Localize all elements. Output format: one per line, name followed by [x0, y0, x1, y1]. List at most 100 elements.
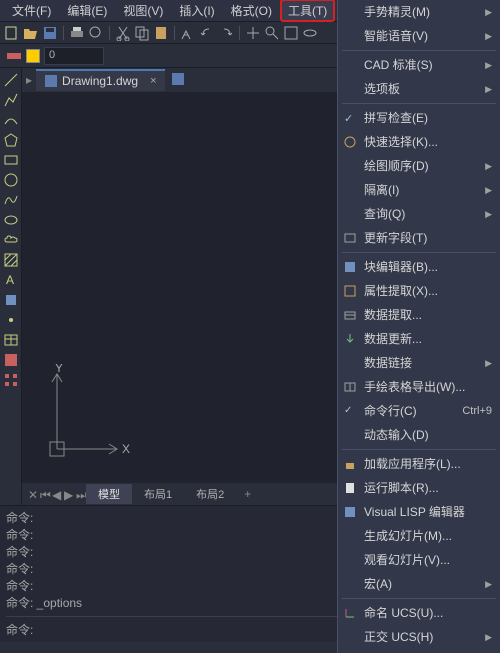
- zoom-icon[interactable]: [264, 25, 280, 41]
- layer-dropdown[interactable]: 0: [44, 47, 104, 65]
- start-tab-icon[interactable]: ▸: [26, 73, 32, 87]
- load-icon: [343, 457, 357, 471]
- menu-item[interactable]: 观看幻灯片(V)...: [338, 548, 500, 572]
- tab-layout2[interactable]: 布局2: [184, 484, 236, 504]
- pan-icon[interactable]: [245, 25, 261, 41]
- rect-icon[interactable]: [3, 152, 19, 168]
- pline-icon[interactable]: [3, 92, 19, 108]
- table-icon[interactable]: [3, 332, 19, 348]
- tab-model[interactable]: 模型: [86, 484, 132, 504]
- print-icon[interactable]: [69, 25, 85, 41]
- undo-icon[interactable]: [199, 25, 215, 41]
- field-icon: [343, 231, 357, 245]
- match-icon[interactable]: [180, 25, 196, 41]
- arc-icon[interactable]: [3, 112, 19, 128]
- menu-item[interactable]: 数据更新...: [338, 327, 500, 351]
- save-icon[interactable]: [42, 25, 58, 41]
- menu-item[interactable]: 查询(Q)▶: [338, 202, 500, 226]
- hatch-icon[interactable]: [3, 252, 19, 268]
- menu-item-label: 运行脚本(R)...: [364, 480, 492, 496]
- menu-item[interactable]: 动态输入(D): [338, 423, 500, 447]
- menu-tools[interactable]: 工具(T): [280, 0, 335, 22]
- menu-item[interactable]: 加载应用程序(L)...: [338, 452, 500, 476]
- menu-item[interactable]: 生成幻灯片(M)...: [338, 524, 500, 548]
- grid-icon[interactable]: [3, 372, 19, 388]
- layer-props-icon[interactable]: [6, 48, 22, 64]
- menu-item-label: 命名 UCS(U)...: [364, 605, 492, 621]
- redo-icon[interactable]: [218, 25, 234, 41]
- text-icon[interactable]: A: [3, 272, 19, 288]
- circle-icon[interactable]: [3, 172, 19, 188]
- menu-item-label: 拼写检查(E): [364, 110, 492, 126]
- menu-item[interactable]: 智能语音(V)▶: [338, 24, 500, 48]
- new-icon[interactable]: [4, 25, 20, 41]
- menu-item[interactable]: 手绘表格导出(W)...: [338, 375, 500, 399]
- cloud-icon[interactable]: [3, 232, 19, 248]
- menu-item[interactable]: 正交 UCS(H)▶: [338, 625, 500, 649]
- prev-icon[interactable]: ◀: [50, 488, 62, 500]
- orbit-icon[interactable]: [302, 25, 318, 41]
- menu-format[interactable]: 格式(O): [223, 0, 280, 22]
- menu-item[interactable]: ✓ 拼写检查(E): [338, 106, 500, 130]
- menu-item-label: 动态输入(D): [364, 427, 492, 443]
- lisp-icon: [343, 505, 357, 519]
- color-swatch[interactable]: [26, 49, 40, 63]
- menu-item-label: 快速选择(K)...: [364, 134, 492, 150]
- check-icon: ✓: [343, 111, 357, 125]
- menu-item[interactable]: 隔离(I)▶: [338, 178, 500, 202]
- cut-icon[interactable]: [115, 25, 131, 41]
- menu-item[interactable]: 快速选择(K)...: [338, 130, 500, 154]
- menu-item[interactable]: 命名 UCS(U)...: [338, 601, 500, 625]
- ellipse-icon[interactable]: [3, 212, 19, 228]
- menu-insert[interactable]: 插入(I): [171, 0, 222, 22]
- menu-item[interactable]: CAD 标准(S)▶: [338, 53, 500, 77]
- close-tab-icon[interactable]: ×: [150, 75, 156, 87]
- tab-layout1[interactable]: 布局1: [132, 484, 184, 504]
- point-icon[interactable]: [3, 312, 19, 328]
- menu-item-label: 数据提取...: [364, 307, 492, 323]
- menu-item[interactable]: 移动 UCS(V): [338, 649, 500, 653]
- menu-item-label: Visual LISP 编辑器: [364, 504, 492, 520]
- menu-item[interactable]: Visual LISP 编辑器: [338, 500, 500, 524]
- paste-icon[interactable]: [153, 25, 169, 41]
- document-tab[interactable]: Drawing1.dwg ×: [36, 69, 164, 91]
- gradient-icon[interactable]: [3, 352, 19, 368]
- plus-tab-icon[interactable]: [171, 72, 185, 89]
- last-icon[interactable]: ⏭: [74, 488, 86, 500]
- add-layout-icon[interactable]: +: [236, 485, 259, 503]
- document-filename: Drawing1.dwg: [62, 74, 138, 88]
- polygon-icon[interactable]: [3, 132, 19, 148]
- open-icon[interactable]: [23, 25, 39, 41]
- menu-item[interactable]: 手势精灵(M)▶: [338, 0, 500, 24]
- menu-separator: [342, 252, 496, 253]
- close-x-icon[interactable]: ✕: [26, 488, 38, 500]
- first-icon[interactable]: ⏮: [38, 488, 50, 500]
- menu-item[interactable]: 数据链接▶: [338, 351, 500, 375]
- menu-edit[interactable]: 编辑(E): [59, 0, 115, 22]
- line-icon[interactable]: [3, 72, 19, 88]
- submenu-arrow-icon: ▶: [485, 576, 492, 592]
- submenu-arrow-icon: ▶: [485, 355, 492, 371]
- menu-item[interactable]: ✓命令行(C)Ctrl+9: [338, 399, 500, 423]
- menu-item[interactable]: 运行脚本(R)...: [338, 476, 500, 500]
- menu-item-label: 更新字段(T): [364, 230, 492, 246]
- menu-item[interactable]: 数据提取...: [338, 303, 500, 327]
- zoomall-icon[interactable]: [283, 25, 299, 41]
- menu-item[interactable]: 选项板▶: [338, 77, 500, 101]
- menu-item[interactable]: 绘图顺序(D)▶: [338, 154, 500, 178]
- menu-item[interactable]: 宏(A)▶: [338, 572, 500, 596]
- insert-icon[interactable]: [3, 292, 19, 308]
- preview-icon[interactable]: [88, 25, 104, 41]
- menu-item-label: 智能语音(V): [364, 28, 485, 44]
- menu-file[interactable]: 文件(F): [4, 0, 59, 22]
- menu-item-label: 数据更新...: [364, 331, 492, 347]
- svg-text:✓: ✓: [344, 113, 353, 125]
- menu-item[interactable]: 属性提取(X)...: [338, 279, 500, 303]
- next-icon[interactable]: ▶: [62, 488, 74, 500]
- copy-icon[interactable]: [134, 25, 150, 41]
- menu-item[interactable]: 块编辑器(B)...: [338, 255, 500, 279]
- attr-icon: [343, 284, 357, 298]
- menu-item[interactable]: 更新字段(T): [338, 226, 500, 250]
- menu-view[interactable]: 视图(V): [115, 0, 171, 22]
- spline-icon[interactable]: [3, 192, 19, 208]
